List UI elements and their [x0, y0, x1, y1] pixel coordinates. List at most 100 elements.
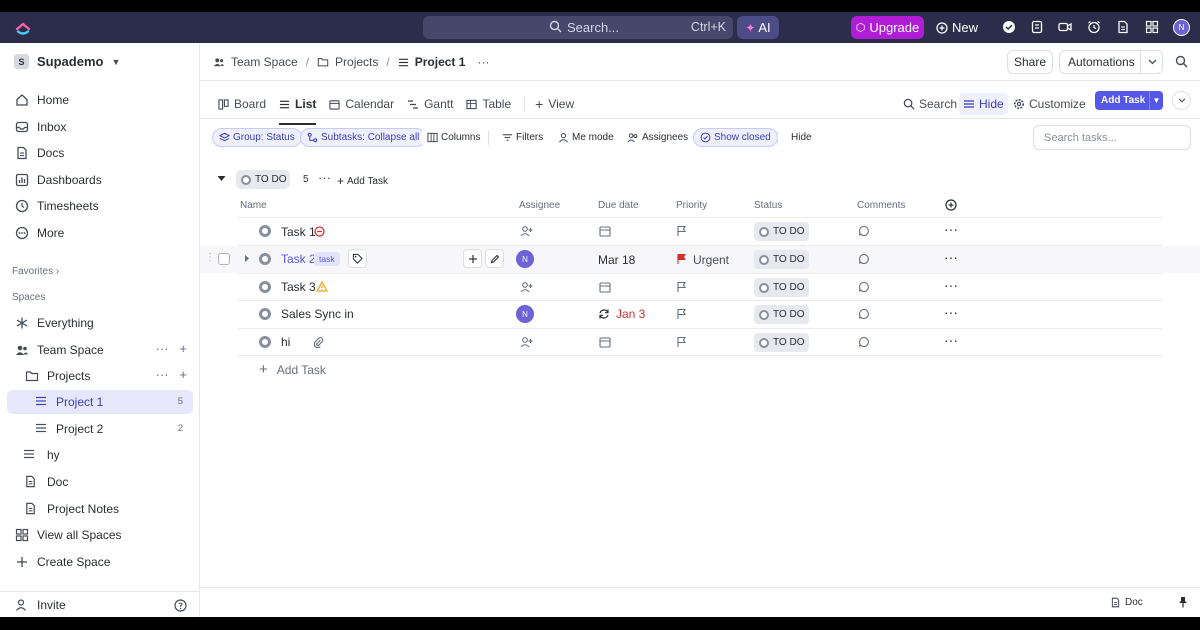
due-date-overdue[interactable]: Jan 3 — [616, 307, 645, 321]
hide-button[interactable]: Hide — [784, 128, 819, 147]
set-due-date-icon[interactable] — [599, 281, 611, 293]
column-header-priority[interactable]: Priority — [676, 200, 707, 211]
priority-label[interactable]: Urgent — [693, 253, 729, 267]
task-name[interactable]: Task 3 — [281, 280, 316, 294]
help-icon[interactable] — [174, 599, 187, 612]
notepad-icon[interactable] — [1030, 20, 1044, 34]
row-more-icon[interactable]: ··· — [944, 249, 958, 265]
sidebar-item-project-2[interactable]: Project 2 2 — [7, 417, 193, 441]
sidebar-item-timesheets[interactable]: Timesheets — [7, 194, 193, 218]
collapse-toolbar-icon[interactable] — [1172, 91, 1191, 110]
status-badge[interactable]: TO DO — [754, 278, 809, 297]
sidebar-item-team-space[interactable]: Team Space ··· + — [7, 338, 193, 362]
alarm-clock-icon[interactable] — [1087, 20, 1101, 34]
sidebar-item-inbox[interactable]: Inbox — [7, 115, 193, 139]
add-task-button[interactable]: Add Task ▼ — [1095, 91, 1163, 110]
comment-icon[interactable] — [858, 281, 870, 293]
breadcrumb-projects[interactable]: Projects — [335, 55, 378, 69]
sidebar-item-project-1[interactable]: Project 1 5 — [7, 390, 193, 414]
sidebar-item-create-space[interactable]: Create Space — [7, 550, 193, 574]
upgrade-button[interactable]: ⬡ Upgrade — [851, 16, 924, 39]
user-avatar[interactable]: N — [1173, 19, 1190, 36]
status-badge[interactable]: TO DO — [754, 222, 809, 241]
table-row[interactable]: ⋮⋮ Task 2 task N Mar 18 Urgent TO DO ··· — [200, 246, 1200, 273]
apps-grid-icon[interactable] — [1145, 20, 1159, 34]
document-icon[interactable] — [1116, 20, 1130, 34]
table-row[interactable]: Task 1 TO DO ··· — [200, 218, 1200, 245]
set-priority-flag-icon[interactable] — [676, 225, 687, 237]
tab-list[interactable]: List — [279, 93, 317, 125]
set-priority-flag-icon[interactable] — [676, 281, 687, 293]
customize-button[interactable]: Customize — [1013, 93, 1086, 115]
task-name[interactable]: hi — [281, 335, 290, 349]
status-circle-icon[interactable] — [259, 281, 271, 293]
search-icon[interactable] — [1175, 55, 1188, 68]
chevron-down-icon[interactable] — [1140, 51, 1163, 73]
subtasks-chip[interactable]: Subtasks: Collapse all — [300, 128, 427, 147]
comment-icon[interactable] — [858, 253, 870, 265]
status-group-badge[interactable]: TO DO — [236, 170, 290, 189]
share-button[interactable]: Share — [1007, 50, 1053, 74]
status-circle-icon[interactable] — [259, 336, 271, 348]
column-header-name[interactable]: Name — [240, 200, 267, 211]
task-name[interactable]: Task 1 — [281, 225, 316, 239]
doc-footer-button[interactable]: Doc — [1110, 597, 1143, 608]
column-header-comments[interactable]: Comments — [857, 200, 905, 211]
workspace-switcher[interactable]: S Supademo ▼ — [14, 54, 120, 69]
group-status-chip[interactable]: Group: Status — [212, 128, 302, 147]
sidebar-item-doc[interactable]: Doc — [7, 470, 193, 494]
sidebar-item-view-all-spaces[interactable]: View all Spaces — [7, 523, 193, 547]
group-more-icon[interactable]: ··· — [318, 170, 331, 185]
group-add-task-button[interactable]: + Add Task — [337, 174, 388, 188]
set-due-date-icon[interactable] — [599, 225, 611, 237]
tab-table[interactable]: Table — [466, 93, 511, 115]
task-tag[interactable]: task — [314, 252, 340, 266]
add-assignee-icon[interactable] — [520, 281, 533, 293]
column-header-status[interactable]: Status — [754, 200, 782, 211]
sidebar-item-dashboards[interactable]: Dashboards — [7, 168, 193, 192]
sidebar-item-hy[interactable]: hy — [7, 443, 193, 467]
me-mode-button[interactable]: Me mode — [551, 128, 621, 147]
video-icon[interactable] — [1058, 20, 1072, 34]
breadcrumb-team-space[interactable]: Team Space — [231, 55, 298, 69]
new-button[interactable]: New — [936, 16, 978, 39]
tab-gantt[interactable]: Gantt — [407, 93, 453, 115]
search-toggle[interactable]: Search — [903, 93, 957, 115]
filters-button[interactable]: Filters — [495, 128, 551, 147]
app-logo-icon[interactable] — [13, 17, 33, 37]
sidebar-item-home[interactable]: Home — [7, 88, 193, 112]
column-header-due-date[interactable]: Due date — [598, 200, 639, 211]
add-tag-button[interactable] — [348, 249, 367, 268]
check-circle-icon[interactable] — [1002, 20, 1016, 34]
row-more-icon[interactable]: ··· — [944, 221, 958, 237]
ai-button[interactable]: ✦ AI — [737, 16, 779, 39]
breadcrumb-project-1[interactable]: Project 1 — [415, 55, 466, 69]
status-badge[interactable]: TO DO — [754, 333, 809, 352]
space-actions[interactable]: ··· + — [156, 341, 187, 356]
add-assignee-icon[interactable] — [520, 225, 533, 237]
row-more-icon[interactable]: ··· — [944, 304, 958, 320]
chevron-down-icon[interactable]: ▼ — [1149, 91, 1163, 110]
hide-toggle[interactable]: Hide — [959, 93, 1008, 115]
sidebar-item-more[interactable]: More — [7, 221, 193, 245]
favorites-header[interactable]: Favorites › — [12, 266, 59, 277]
add-assignee-icon[interactable] — [520, 336, 533, 348]
column-header-assignee[interactable]: Assignee — [519, 200, 560, 211]
row-more-icon[interactable]: ··· — [944, 332, 958, 348]
assignees-button[interactable]: Assignees — [620, 128, 696, 147]
add-subtask-button[interactable] — [463, 249, 482, 268]
pin-icon[interactable] — [1178, 596, 1188, 608]
sidebar-item-projects[interactable]: Projects ··· + — [7, 364, 193, 388]
status-badge[interactable]: TO DO — [754, 250, 809, 269]
assignee-avatar[interactable]: N — [516, 250, 534, 268]
table-row[interactable]: Task 3 TO DO ··· — [200, 274, 1200, 301]
status-badge[interactable]: TO DO — [754, 305, 809, 324]
sidebar-item-docs[interactable]: Docs — [7, 141, 193, 165]
tab-calendar[interactable]: Calendar — [329, 93, 394, 115]
status-circle-icon[interactable] — [259, 308, 271, 320]
add-task-row[interactable]: + Add Task — [259, 361, 326, 378]
search-tasks-input[interactable]: Search tasks... — [1033, 125, 1191, 150]
task-name[interactable]: Sales Sync in — [281, 307, 354, 321]
more-options-icon[interactable]: ··· — [477, 55, 489, 69]
folder-actions[interactable]: ··· + — [156, 367, 187, 382]
